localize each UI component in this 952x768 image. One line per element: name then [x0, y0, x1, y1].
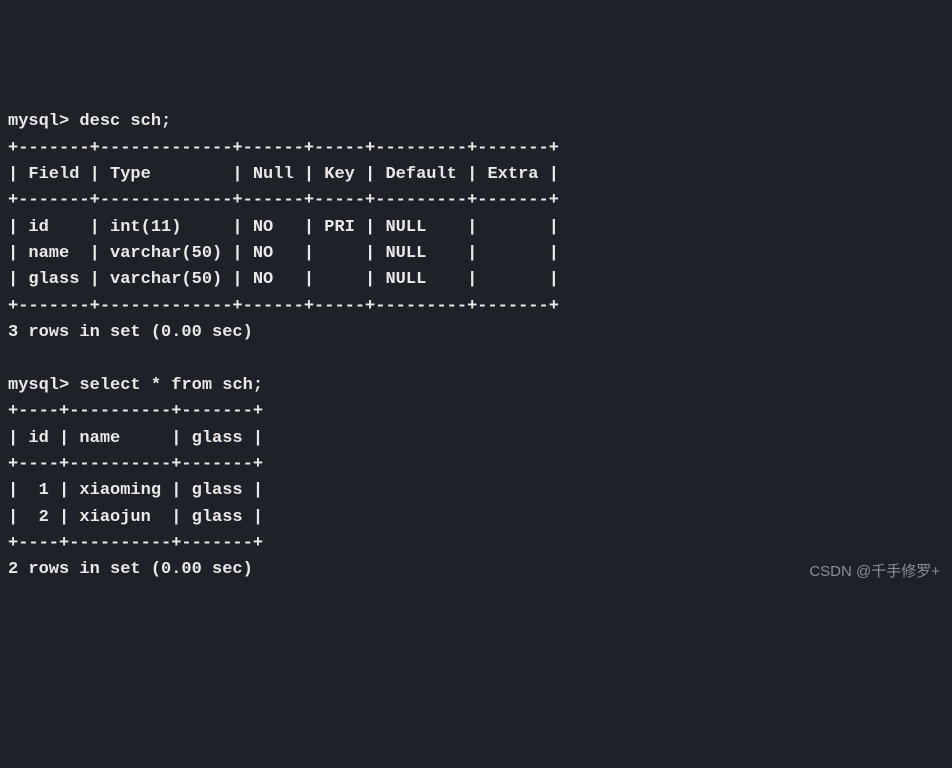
command-desc: desc sch; — [79, 112, 171, 131]
desc-result: 3 rows in set (0.00 sec) — [8, 323, 253, 342]
sel-border-mid: +----+----------+-------+ — [8, 455, 263, 474]
desc-border-mid: +-------+-------------+------+-----+----… — [8, 191, 559, 210]
terminal-output: mysql> desc sch; +-------+-------------+… — [8, 109, 944, 583]
prompt: mysql> — [8, 112, 69, 131]
watermark: CSDN @千手修罗+ — [809, 560, 940, 583]
desc-row-glass: | glass | varchar(50) | NO | | NULL | | — [8, 270, 559, 289]
desc-header-row: | Field | Type | Null | Key | Default | … — [8, 165, 559, 184]
desc-border-top: +-------+-------------+------+-----+----… — [8, 139, 559, 158]
sel-result: 2 rows in set (0.00 sec) — [8, 560, 253, 579]
prompt: mysql> — [8, 376, 69, 395]
command-select: select * from sch; — [79, 376, 263, 395]
sel-border-bottom: +----+----------+-------+ — [8, 534, 263, 553]
desc-border-bottom: +-------+-------------+------+-----+----… — [8, 297, 559, 316]
sel-row-2: | 2 | xiaojun | glass | — [8, 508, 263, 527]
sel-header-row: | id | name | glass | — [8, 429, 263, 448]
sel-border-top: +----+----------+-------+ — [8, 402, 263, 421]
desc-row-id: | id | int(11) | NO | PRI | NULL | | — [8, 218, 559, 237]
sel-row-1: | 1 | xiaoming | glass | — [8, 481, 263, 500]
desc-row-name: | name | varchar(50) | NO | | NULL | | — [8, 244, 559, 263]
